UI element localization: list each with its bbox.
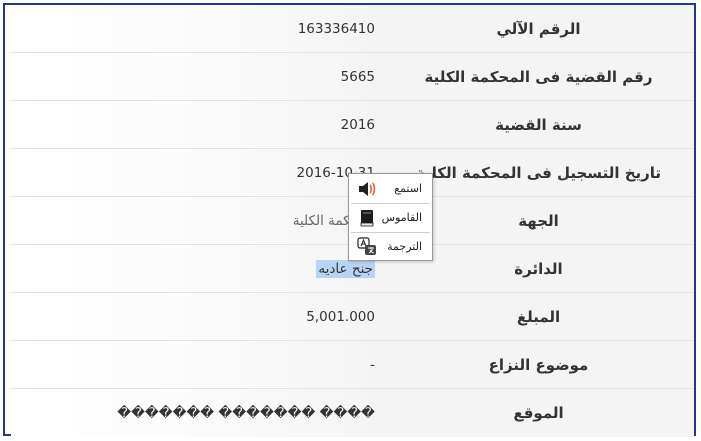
selected-text[interactable]: جنح عاديه: [316, 260, 375, 278]
translate-icon: [357, 237, 376, 255]
field-value: ������� ������� ����: [11, 389, 383, 437]
field-label: المبلغ: [383, 293, 694, 341]
table-row: - موضوع النزاع: [5, 341, 694, 389]
field-value: -: [11, 341, 383, 389]
dictionary-book-icon: [360, 210, 374, 227]
menu-item-label: استمع: [394, 182, 422, 195]
menu-item-listen[interactable]: استمع: [351, 175, 430, 202]
menu-item-label: الترجمة: [387, 240, 422, 253]
field-value: 2016: [11, 101, 383, 149]
table-row: ������� ������� ���� الموقع: [5, 389, 694, 437]
field-value: 2016-10-31: [11, 149, 383, 197]
field-label: موضوع النزاع: [383, 341, 694, 389]
menu-item-translate[interactable]: الترجمة: [351, 233, 430, 260]
menu-item-dictionary[interactable]: القاموس: [351, 204, 430, 231]
speaker-icon: [359, 182, 376, 196]
field-value: جنح عاديه: [11, 245, 383, 293]
field-label: رقم القضية فى المحكمة الكلية: [383, 53, 694, 101]
context-menu: استمع القاموس الترجمة: [348, 173, 433, 261]
table-row: 5,001.000 المبلغ: [5, 293, 694, 341]
field-label: الرقم الآلي: [383, 5, 694, 53]
field-value: المحكمة الكلية: [11, 197, 383, 245]
table-row: 2016 سنة القضية: [5, 101, 694, 149]
field-label: سنة القضية: [383, 101, 694, 149]
field-label: الموقع: [383, 389, 694, 437]
menu-item-label: القاموس: [381, 211, 422, 224]
field-value: 5665: [11, 53, 383, 101]
field-value: 5,001.000: [11, 293, 383, 341]
table-row: 5665 رقم القضية فى المحكمة الكلية: [5, 53, 694, 101]
table-row: 163336410 الرقم الآلي: [5, 5, 694, 53]
field-value: 163336410: [11, 5, 383, 53]
